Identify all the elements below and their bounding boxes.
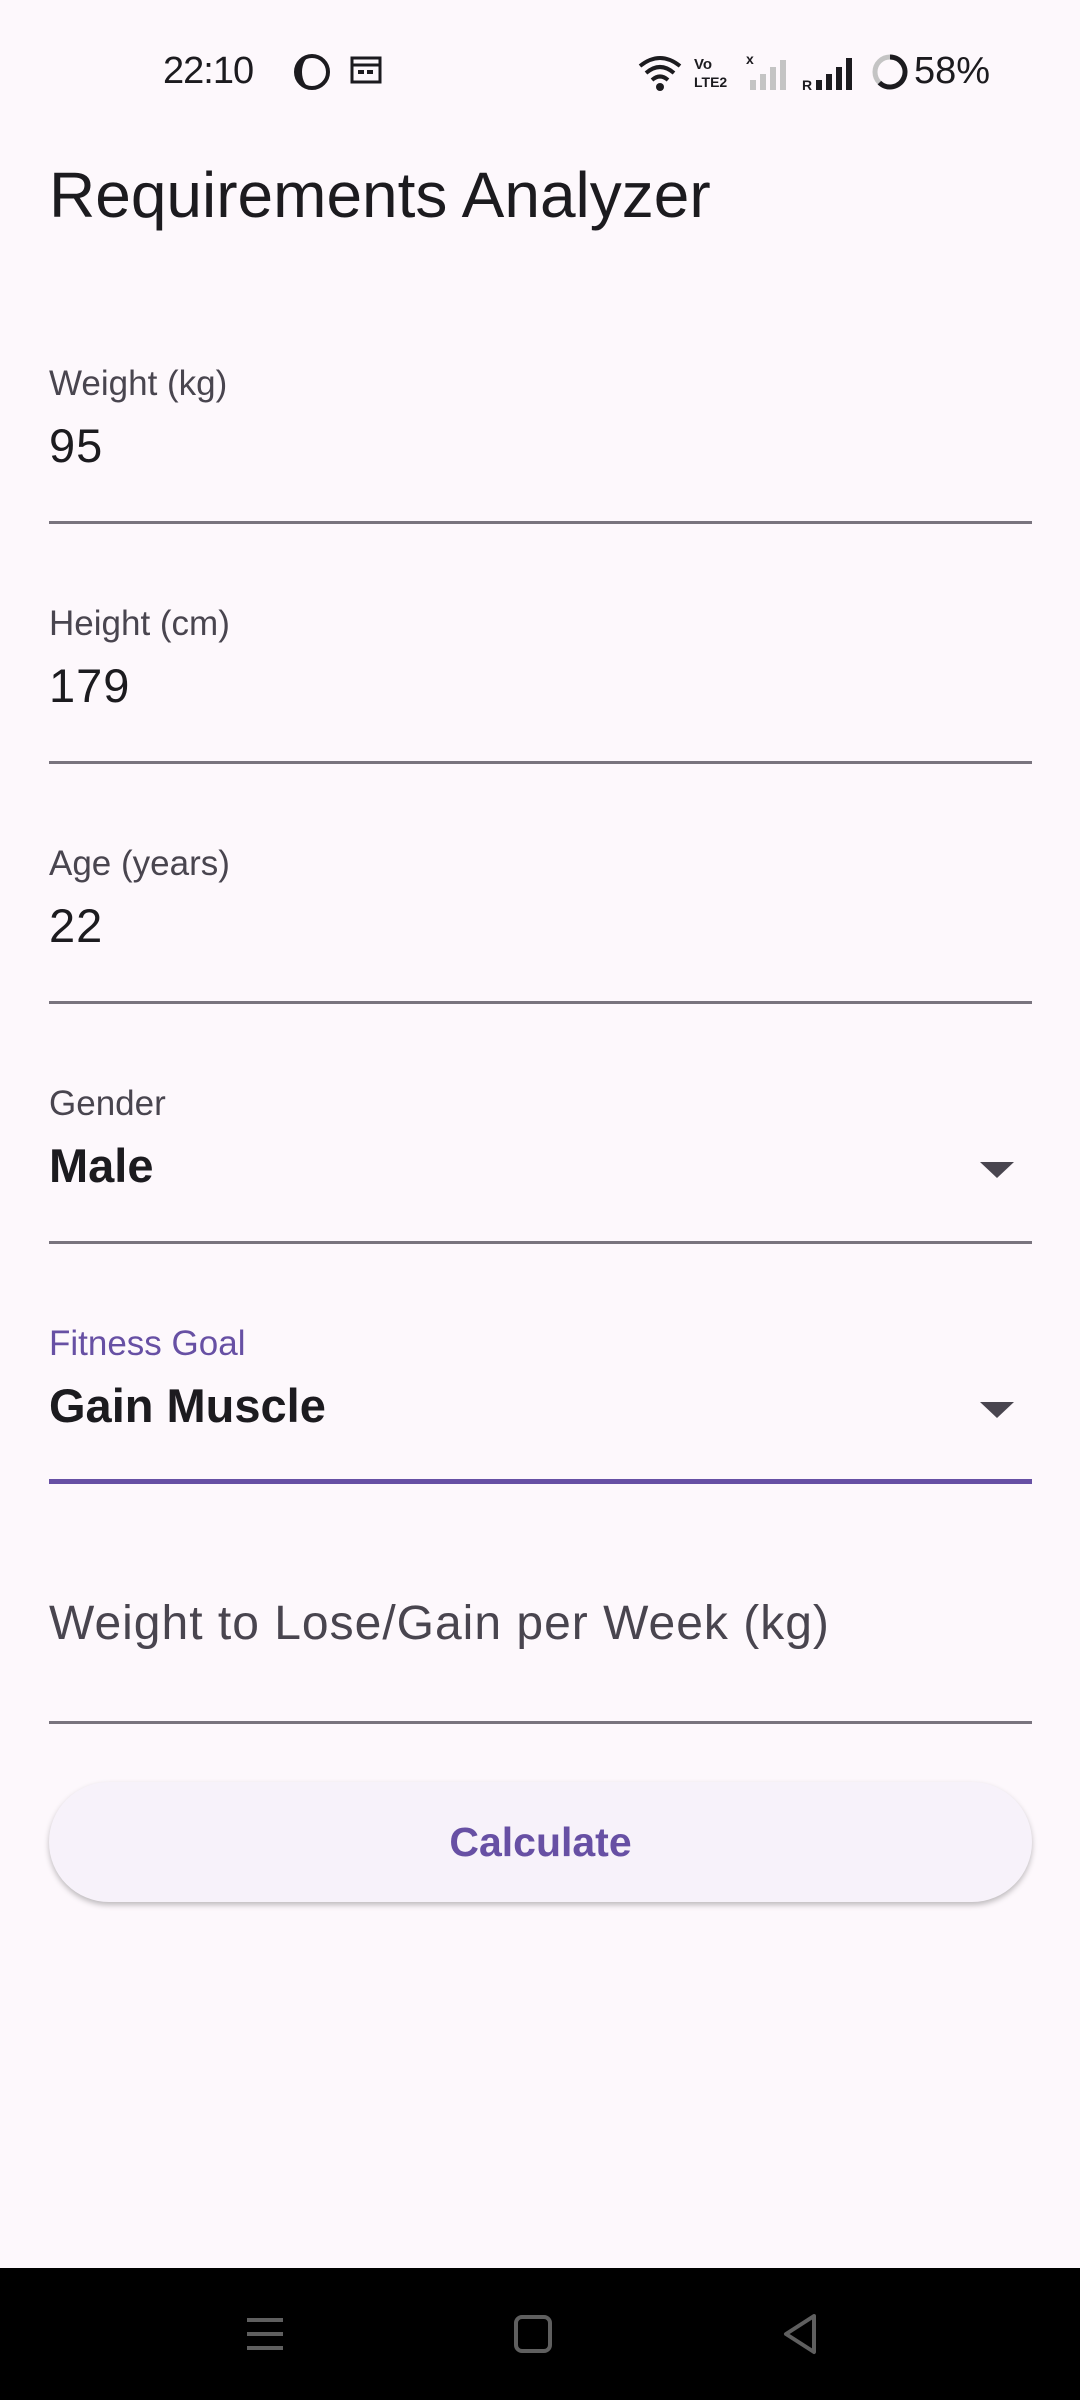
gender-label: Gender bbox=[49, 1084, 166, 1123]
navigation-bar bbox=[0, 2268, 1080, 2400]
status-time: 22:10 bbox=[163, 50, 254, 92]
weekly-change-placeholder[interactable]: Weight to Lose/Gain per Week (kg) bbox=[49, 1596, 830, 1651]
status-bar: 22:10 Vo LTE2 x R 58% bbox=[0, 0, 1080, 130]
calculate-button[interactable]: Calculate bbox=[49, 1782, 1032, 1902]
height-value[interactable]: 179 bbox=[49, 658, 130, 713]
recent-apps-icon[interactable] bbox=[235, 2304, 295, 2364]
volte-icon: Vo LTE2 bbox=[694, 56, 727, 90]
gender-dropdown[interactable]: Gender Male bbox=[49, 1084, 1032, 1244]
age-label: Age (years) bbox=[49, 844, 230, 883]
signal-icon: R bbox=[802, 58, 852, 92]
battery-icon bbox=[872, 54, 908, 90]
fitness-goal-value[interactable]: Gain Muscle bbox=[49, 1378, 326, 1433]
back-icon[interactable] bbox=[770, 2304, 830, 2364]
gender-dropdown-arrow-icon[interactable] bbox=[980, 1162, 1014, 1178]
svg-text:x: x bbox=[746, 52, 754, 67]
weight-field[interactable]: Weight (kg) 95 bbox=[49, 364, 1032, 524]
fitness-goal-label: Fitness Goal bbox=[49, 1324, 246, 1363]
age-field[interactable]: Age (years) 22 bbox=[49, 844, 1032, 1004]
height-label: Height (cm) bbox=[49, 604, 230, 643]
fitness-goal-dropdown[interactable]: Fitness Goal Gain Muscle bbox=[49, 1324, 1032, 1484]
svg-text:Vo: Vo bbox=[694, 56, 712, 73]
gender-value[interactable]: Male bbox=[49, 1138, 154, 1193]
wifi-icon bbox=[638, 56, 682, 91]
weight-label: Weight (kg) bbox=[49, 364, 228, 403]
battery-percentage: 58% bbox=[914, 50, 991, 92]
svg-text:R: R bbox=[802, 77, 812, 92]
weekly-change-field[interactable]: Weight to Lose/Gain per Week (kg) bbox=[49, 1596, 1032, 1724]
signal-off-icon: x bbox=[746, 52, 786, 90]
age-value[interactable]: 22 bbox=[49, 898, 103, 953]
home-icon[interactable] bbox=[503, 2304, 563, 2364]
page-title: Requirements Analyzer bbox=[49, 159, 711, 231]
fitness-goal-dropdown-arrow-icon[interactable] bbox=[980, 1402, 1014, 1418]
svg-text:LTE2: LTE2 bbox=[694, 74, 727, 90]
calendar-icon bbox=[350, 56, 382, 84]
height-field[interactable]: Height (cm) 179 bbox=[49, 604, 1032, 764]
weight-value[interactable]: 95 bbox=[49, 418, 103, 473]
moon-icon bbox=[294, 54, 330, 90]
